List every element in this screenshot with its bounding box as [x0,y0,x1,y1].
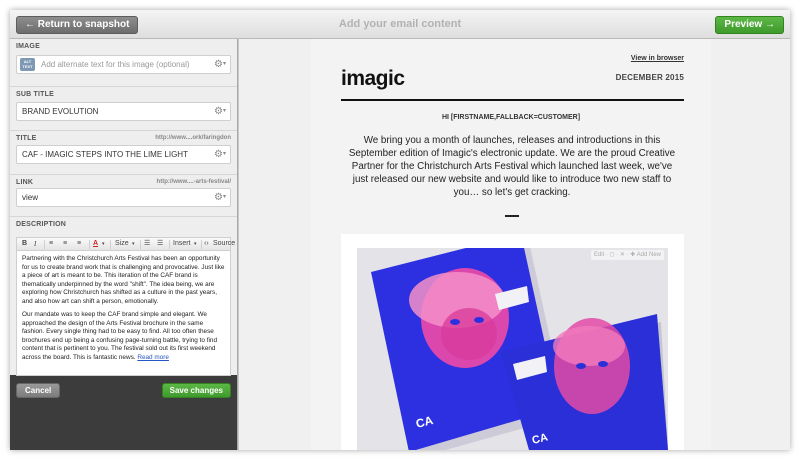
header-divider [341,99,684,101]
title-label: TITLE [16,135,37,142]
text-color-button[interactable]: A [93,239,98,249]
subtitle-section: SUB TITLE BRAND EVOLUTION ⚙▾ [10,87,237,131]
read-more-link[interactable]: Read more [137,354,169,361]
page-title: Add your email content [338,18,462,30]
image-hover-toolbar[interactable]: Edit · ◻ · ✕ · ✚ Add New [590,250,664,260]
align-right-icon[interactable]: ≡ [77,239,81,249]
alt-text-placeholder[interactable]: Add alternate text for this image (optio… [41,60,190,69]
gear-icon[interactable]: ⚙▾ [214,59,226,70]
alt-text-field[interactable]: ALT TEXT Add alternate text for this ima… [16,55,231,74]
content-editor-panel: IMAGE ALT TEXT Add alternate text for th… [10,39,238,450]
image-label: IMAGE [16,43,40,50]
chevron-down-icon[interactable]: ▾ [132,239,135,249]
intro-text[interactable]: We bring you a month of launches, releas… [346,134,678,199]
title-url-hint: http://www....ork/faringdon [155,135,231,141]
subtitle-value[interactable]: BRAND EVOLUTION [22,107,98,116]
top-bar: ← Return to snapshot Add your email cont… [10,10,790,39]
toolbar-divider [89,240,90,249]
email-date: DECEMBER 2015 [615,73,684,82]
app-window: ← Return to snapshot Add your email cont… [10,10,790,450]
code-icon[interactable]: ‹› [204,239,209,249]
form-actions: Cancel Save changes [10,383,237,405]
insert-dropdown[interactable]: Insert [173,239,191,249]
chevron-down-icon[interactable]: ▾ [102,239,105,249]
gear-icon[interactable]: ⚙▾ [214,149,226,160]
image-block[interactable]: CA CA Edit · ◻ · ✕ · ✚ Add New [341,234,684,450]
chevron-down-icon[interactable]: ▾ [194,239,197,249]
title-field[interactable]: CAF - IMAGIC STEPS INTO THE LIME LIGHT ⚙… [16,145,231,164]
link-field[interactable]: view ⚙▾ [16,188,231,207]
email-preview-area: View in browser imagic DECEMBER 2015 HI … [239,39,790,450]
subtitle-field[interactable]: BRAND EVOLUTION ⚙▾ [16,102,231,121]
toolbar-divider [110,240,111,249]
save-changes-button[interactable]: Save changes [161,383,231,398]
image-section: IMAGE ALT TEXT Add alternate text for th… [10,39,237,87]
align-left-icon[interactable]: ≡ [49,239,53,249]
link-label: LINK [16,179,34,186]
gear-icon[interactable]: ⚙▾ [214,106,226,117]
title-section: TITLE http://www....ork/faringdon CAF - … [10,131,237,175]
toolbar-divider [44,240,45,249]
preview-button[interactable]: Preview → [715,16,784,34]
alt-text-icon: ALT TEXT [20,58,35,71]
content-form: IMAGE ALT TEXT Add alternate text for th… [10,39,237,376]
description-section: DESCRIPTION B I ≡ ≡ ≡ A ▾ Size ▾ ☰ ☰ Ins… [10,217,237,379]
toolbar-divider [169,240,170,249]
description-paragraph-text[interactable]: Our mandate was to keep the CAF brand si… [22,311,217,361]
view-in-browser-link[interactable]: View in browser [631,55,684,62]
toolbar-divider [201,240,202,249]
gear-icon[interactable]: ⚙▾ [214,192,226,203]
description-paragraph[interactable]: Partnering with the Christchurch Arts Fe… [22,255,225,306]
cancel-button[interactable]: Cancel [16,383,61,398]
brochure-image[interactable]: CA CA Edit · ◻ · ✕ · ✚ Add New [357,248,668,450]
brochure-photo: CA CA [357,248,668,450]
link-url-hint: http://www....-arts-festival/ [156,179,231,185]
source-button[interactable]: Source [213,239,235,249]
link-value[interactable]: view [22,193,38,202]
description-editor[interactable]: Partnering with the Christchurch Arts Fe… [16,250,231,376]
email-body: View in browser imagic DECEMBER 2015 HI … [311,39,711,450]
section-divider [505,215,519,217]
bold-button[interactable]: B [22,239,27,249]
description-label: DESCRIPTION [16,221,67,228]
description-paragraph[interactable]: Our mandate was to keep the CAF brand si… [22,311,225,362]
rich-text-toolbar: B I ≡ ≡ ≡ A ▾ Size ▾ ☰ ☰ Insert ▾ ‹› Sou… [16,237,235,250]
greeting: HI [FIRSTNAME,FALLBACK=CUSTOMER] [441,114,581,121]
title-value[interactable]: CAF - IMAGIC STEPS INTO THE LIME LIGHT [22,150,188,159]
align-center-icon[interactable]: ≡ [63,239,67,249]
italic-button[interactable]: I [34,239,36,249]
bullet-list-icon[interactable]: ☰ [157,239,163,249]
numbered-list-icon[interactable]: ☰ [144,239,150,249]
size-dropdown[interactable]: Size [115,239,129,249]
toolbar-divider [140,240,141,249]
imagic-logo: imagic [341,67,405,90]
subtitle-label: SUB TITLE [16,91,54,98]
link-section: LINK http://www....-arts-festival/ view … [10,175,237,217]
